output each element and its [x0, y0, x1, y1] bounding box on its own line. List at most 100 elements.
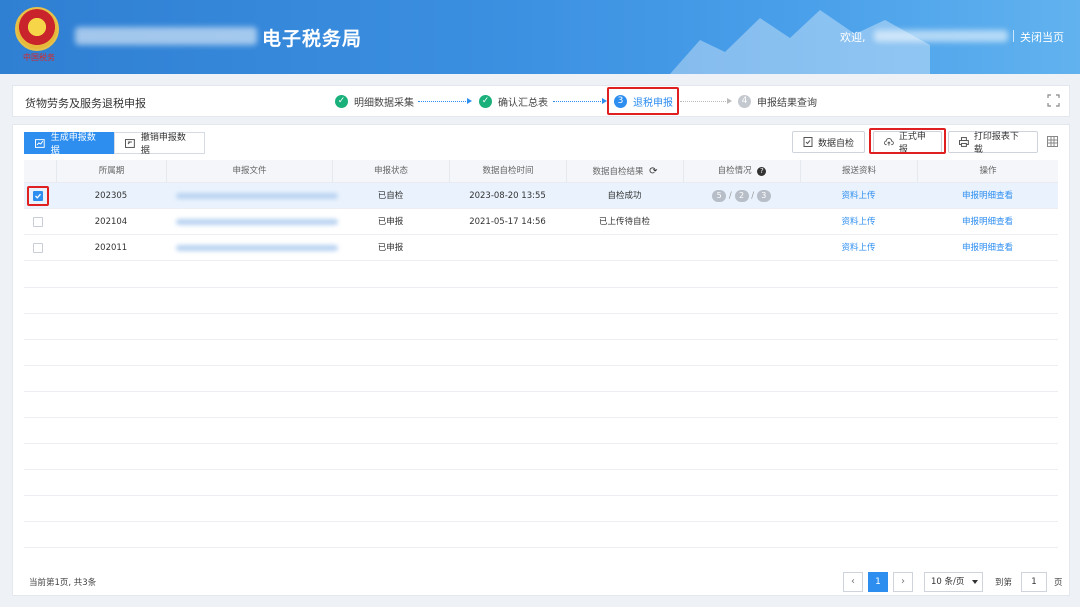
page-number-button[interactable]: 1 — [868, 572, 888, 592]
document-check-icon — [803, 137, 813, 147]
page-title: 货物劳务及服务退税申报 — [25, 97, 146, 110]
count-pill[interactable]: 3 — [756, 190, 771, 202]
print-download-button[interactable]: 打印报表下载 — [948, 131, 1038, 155]
cell-status: 已申报 — [377, 243, 404, 253]
step-label: 申报结果查询 — [757, 97, 817, 109]
empty-row-line — [24, 287, 1058, 288]
empty-row-line — [24, 417, 1058, 418]
step-connector — [418, 101, 468, 102]
table-row[interactable]: 202104 已申报 2021-05-17 14:56 已上传待自检 资料上传 … — [24, 209, 1058, 235]
col-upload: 报送资料 — [800, 160, 917, 183]
cell-check-result: 已上传待自检 — [598, 217, 650, 227]
table-header: 所属期 申报文件 申报状态 数据自检时间 数据自检结果 ⟳ 自检情况 ? 报送资… — [24, 160, 1058, 183]
step-connector — [680, 101, 730, 102]
chevron-down-icon — [972, 580, 978, 584]
cell-period: 202104 — [94, 217, 128, 227]
tab-label: 生成申报数据 — [50, 133, 96, 156]
view-detail-link[interactable]: 申报明细查看 — [917, 235, 1058, 261]
col-action: 操作 — [917, 160, 1058, 183]
empty-row-line — [24, 443, 1058, 444]
welcome-text: 欢迎, — [840, 31, 866, 44]
record-summary: 当前第1页, 共3条 — [29, 578, 97, 588]
main-panel: 生成申报数据 撤销申报数据 数据自检 正式申报 打印报表下载 所属期 申报文件 … — [12, 124, 1070, 596]
col-check-status: 自检情况 ? — [683, 160, 800, 183]
upload-link[interactable]: 资料上传 — [800, 183, 917, 209]
tab-revoke-data[interactable]: 撤销申报数据 — [114, 132, 205, 156]
step-label: 确认汇总表 — [498, 97, 548, 109]
pill-separator: / — [751, 191, 755, 201]
blurred-file-name[interactable] — [176, 219, 338, 225]
cell-period: 202305 — [94, 191, 128, 201]
view-detail-link[interactable]: 申报明细查看 — [917, 183, 1058, 209]
empty-row-line — [24, 547, 1058, 548]
step-label: 明细数据采集 — [354, 97, 414, 109]
col-check-status-label: 自检情况 — [717, 166, 752, 176]
blurred-file-name[interactable] — [176, 193, 338, 199]
col-check-time: 数据自检时间 — [449, 160, 566, 183]
pill-separator: / — [728, 191, 732, 201]
site-title: 电子税务局 — [262, 28, 363, 50]
check-circle-icon: ✓ — [479, 94, 492, 108]
cell-check-status: 5 / 2 / 3 — [683, 183, 800, 209]
col-file: 申报文件 — [166, 160, 332, 183]
chart-icon — [35, 138, 45, 148]
row-checkbox[interactable] — [33, 217, 43, 227]
help-icon[interactable]: ? — [757, 167, 767, 176]
check-circle-icon: ✓ — [335, 94, 348, 108]
col-status: 申报状态 — [332, 160, 449, 183]
table-row[interactable]: 202011 已申报 资料上传 申报明细查看 — [24, 235, 1058, 261]
highlight-box-checkbox — [27, 186, 49, 206]
next-page-button[interactable]: › — [893, 572, 913, 592]
page-size-value: 10 条/页 — [931, 577, 965, 587]
close-page-link[interactable]: 关闭当页 — [1020, 29, 1064, 45]
blurred-user-name — [874, 30, 1008, 42]
data-check-button[interactable]: 数据自检 — [792, 131, 865, 153]
upload-link[interactable]: 资料上传 — [800, 209, 917, 235]
count-pill[interactable]: 5 — [712, 190, 727, 202]
button-label: 数据自检 — [818, 138, 855, 149]
step-result-query[interactable]: 4 申报结果查询 — [738, 93, 817, 109]
refresh-icon[interactable]: ⟳ — [649, 166, 657, 177]
empty-row-line — [24, 339, 1058, 340]
goto-page-input[interactable]: 1 — [1021, 572, 1047, 592]
goto-label: 到第 — [995, 578, 1013, 588]
arrow-right-icon — [467, 98, 472, 104]
cell-period: 202011 — [94, 243, 128, 253]
prev-page-button[interactable]: ‹ — [843, 572, 863, 592]
tax-emblem-logo — [15, 7, 59, 51]
revoke-icon — [125, 138, 135, 148]
row-checkbox[interactable] — [33, 243, 43, 253]
printer-icon — [959, 137, 969, 147]
header-divider — [1013, 30, 1014, 42]
emblem-caption: 中国税务 — [23, 53, 55, 62]
step-bar: 货物劳务及服务退税申报 ✓ 明细数据采集 ✓ 确认汇总表 3 退税申报 4 申报… — [12, 85, 1070, 117]
blurred-file-name[interactable] — [176, 245, 338, 251]
empty-row-line — [24, 469, 1058, 470]
page-size-select[interactable]: 10 条/页 — [924, 572, 983, 592]
highlight-box-step — [607, 87, 679, 115]
upload-link[interactable]: 资料上传 — [800, 235, 917, 261]
tab-label: 撤销申报数据 — [140, 133, 186, 156]
step-number-icon: 4 — [738, 94, 751, 108]
tab-generate-data[interactable]: 生成申报数据 — [24, 132, 114, 156]
step-confirm-summary[interactable]: ✓ 确认汇总表 — [479, 93, 548, 109]
fullscreen-icon[interactable] — [1047, 94, 1060, 107]
step-connector — [553, 101, 603, 102]
table-row[interactable]: 202305 已自检 2023-08-20 13:55 自检成功 5 / 2 /… — [24, 183, 1058, 209]
count-pill[interactable]: 2 — [734, 190, 749, 202]
cell-status: 已申报 — [377, 217, 404, 227]
col-period: 所属期 — [56, 160, 166, 183]
cell-check-time: 2023-08-20 13:55 — [469, 191, 546, 201]
empty-row-line — [24, 313, 1058, 314]
header-checkbox-cell — [24, 160, 56, 183]
blurred-region-name — [75, 27, 257, 45]
step-detail-collection[interactable]: ✓ 明细数据采集 — [335, 93, 414, 109]
cell-check-time: 2021-05-17 14:56 — [469, 217, 546, 227]
empty-row-line — [24, 495, 1058, 496]
cell-status: 已自检 — [377, 191, 404, 201]
page-suffix-label: 页 — [1054, 578, 1063, 588]
column-settings-icon[interactable] — [1047, 136, 1058, 147]
button-label: 打印报表下载 — [973, 132, 1019, 155]
view-detail-link[interactable]: 申报明细查看 — [917, 209, 1058, 235]
arrow-right-icon — [727, 98, 732, 104]
